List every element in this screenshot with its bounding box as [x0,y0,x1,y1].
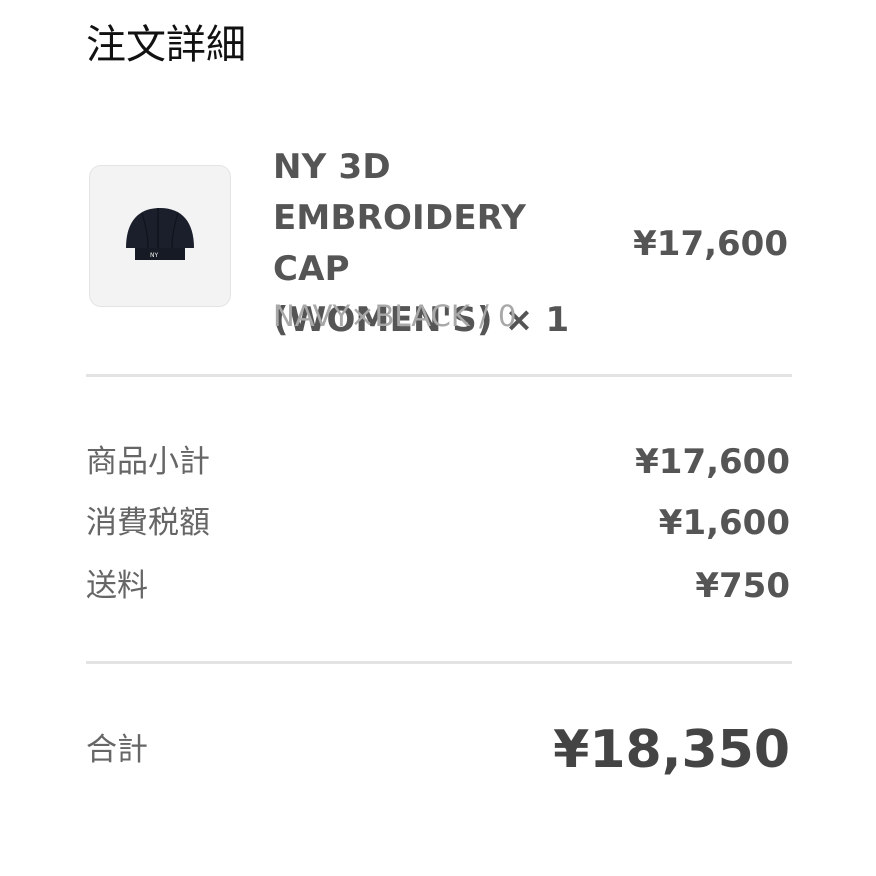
product-variant: NAVY×BLACK / 0 [273,299,517,333]
cap-product-image: NY [126,208,194,260]
order-detail-page: 注文詳細 NY NY 3D EMBROIDERY CAP (WOMEN'S) ×… [0,0,876,876]
summary-row-shipping: 送料 ¥750 [86,564,790,608]
shipping-value: ¥750 [695,566,790,606]
shipping-label: 送料 [86,568,148,604]
tax-value: ¥1,600 [658,503,790,543]
subtotal-label: 商品小計 [86,444,210,480]
total-value: ¥18,350 [553,720,790,780]
total-row: 合計 ¥18,350 [86,718,790,782]
summary-row-subtotal: 商品小計 ¥17,600 [86,440,790,484]
divider-top [86,374,792,377]
subtotal-value: ¥17,600 [635,442,790,482]
total-label: 合計 [86,732,148,768]
cap-logo-text: NY [150,252,158,259]
page-title: 注文詳細 [86,22,246,68]
product-price: ¥17,600 [633,224,788,264]
summary-row-tax: 消費税額 ¥1,600 [86,501,790,545]
tax-label: 消費税額 [86,505,210,541]
product-image[interactable]: NY [89,165,231,307]
divider-bottom [86,661,792,664]
